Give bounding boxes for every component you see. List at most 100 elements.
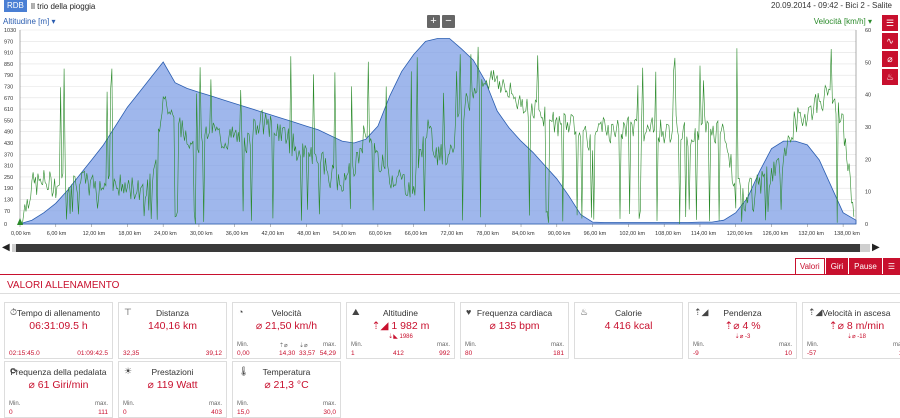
chart-side-toolbar: ☰ ∿ ⌀ ♨ [882,15,898,87]
stat-sub: ⇣◣ 1986 [388,334,413,340]
stat-title: Velocità [271,308,302,318]
stat-max-label: max. [436,342,450,348]
x-tick-label: 132,00 km [798,231,824,237]
stat-max: 10 [784,350,792,357]
stat-min-label: Min. [351,342,363,348]
stat-card: ⏱ Tempo di allenamento 06:31:09.5 h 02:15:4… [4,302,113,359]
y-right-tick-label: 20 [865,157,871,163]
stat-card: ◔ Velocità ⌀ 21,50 km/h Min. max. 0,00 54,29 ⇡⌀… [232,302,341,359]
y-left-tick-label: 70 [4,209,10,215]
y-left-tick-label: 670 [4,96,13,102]
x-tick-label: 114,00 km [691,231,717,237]
hr-icon[interactable]: ♨ [882,69,898,85]
x-tick-label: 18,00 km [118,231,141,237]
y-left-tick-label: 1030 [4,28,16,34]
tab-valori[interactable]: Valori [794,258,825,275]
stat-sub: ⇣⌀ -3 [734,334,751,340]
y-left-tick-label: 970 [4,39,13,45]
no-speed-icon[interactable]: ⌀ [882,51,898,67]
stat-value: ⇡⌀ 8 m/min [828,320,885,332]
x-tick-label: 138,00 km [834,231,860,237]
tab-pause[interactable]: Pause [849,258,882,275]
y-left-tick-label: 730 [4,85,13,91]
list-menu-icon[interactable]: ☰ [882,258,900,275]
stat-max-label: max. [322,401,336,407]
stat-max-label: max. [208,401,222,407]
list-icon[interactable]: ☰ [882,15,898,31]
y-left-tick-label: 190 [4,186,13,192]
y-left-tick-label: 250 [4,175,13,181]
elevation-speed-chart[interactable]: 0 70 130 190 250 310 370 430 490 550 610 670 730 790 8… [0,0,900,244]
stat-min-label: Min. [237,401,249,407]
stat-min-label: Min. [465,342,477,348]
y-left-tick-label: 550 [4,118,13,124]
y-left-tick-label: 490 [4,130,13,136]
stat-title: Velocità in ascesa [822,308,891,318]
section-title: VALORI ALLENAMENTO [7,280,120,291]
scroll-left-icon[interactable]: ◀ [2,242,10,253]
y-left-tick-label: 610 [4,107,13,113]
y-right-tick-label: 40 [865,93,871,99]
y-right-tick-label: 0 [865,222,868,228]
x-tick-label: 24,00 km [154,231,177,237]
stat-mid1-label: ⇡⌀ [279,343,288,349]
stat-value: ⌀ 21,3 °C [264,379,309,391]
stat-mid1: 412 [393,350,404,357]
stat-card: ⊤ Distanza 140,16 km 32,35 39,12 [118,302,227,359]
stat-min: 80 [465,350,473,357]
chart-line-icon[interactable]: ∿ [882,33,898,49]
chart-scrollbar[interactable]: ◀ ▶ [0,241,900,255]
x-tick-label: 30,00 km [190,231,213,237]
stat-card: ☀ Prestazioni ⌀ 119 Watt Min. max. 0 403 [118,361,227,418]
scroll-thumb[interactable] [16,244,860,252]
stat-min: 15,0 [237,409,250,416]
stat-max: 111 [98,409,108,416]
stat-min: 32,35 [123,350,140,357]
x-tick-label: 36,00 km [226,231,249,237]
y-right-tick-label: 50 [865,60,871,66]
y-left-tick-label: 910 [4,51,13,57]
stat-value: 4 416 kcal [604,320,653,332]
stat-min: -9 [693,350,699,357]
x-tick-label: 96,00 km [584,231,607,237]
stat-card: ♨ Calorie 4 416 kcal [574,302,683,359]
stat-value: ⌀ 119 Watt [147,379,198,391]
x-tick-label: 78,00 km [476,231,499,237]
stat-card: ⛰ Altitudine ⇡◢ 1 982 m ⇣◣ 1986 Min. max. 1 992… [346,302,455,359]
y-left-tick-label: 370 [4,152,13,158]
stat-max-label: max. [892,342,900,348]
stat-title: Temperatura [262,367,311,377]
stat-value: ⇡◢ 1 982 m [371,320,430,332]
stat-card: 🌡 Temperatura ⌀ 21,3 °C Min. max. 15,0 30,0 [232,361,341,418]
y-right-tick-label: 30 [865,125,871,131]
y-left-tick-label: 310 [4,164,13,170]
stat-max: 01:09:42.5 [77,350,108,357]
stat-min: 0 [123,409,127,416]
scroll-right-icon[interactable]: ▶ [872,242,880,253]
x-tick-label: 12,00 km [83,231,106,237]
x-tick-label: 6,00 km [47,231,67,237]
start-marker [17,218,23,225]
stat-max-label: max. [550,342,564,348]
stat-max: 30,0 [323,409,336,416]
x-tick-label: 84,00 km [512,231,535,237]
stat-card: ♥ Frequenza cardiaca ⌀ 135 bpm Min. max. 80 18… [460,302,569,359]
stat-mid2: 33,57 [299,350,316,357]
stat-min: 02:15:45.0 [9,350,40,357]
stat-card: ⇡◢ Pendenza ⇡⌀ 4 % ⇣⌀ -3 Min. max. -9 10 [688,302,797,359]
tab-giri[interactable]: Giri [825,258,849,275]
stat-value: ⇡⌀ 4 % [724,320,761,332]
y-left-tick-label: 850 [4,62,13,68]
stat-min: 0,00 [237,350,250,357]
section-divider [0,274,900,275]
x-tick-label: 108,00 km [655,231,681,237]
x-tick-label: 102,00 km [619,231,645,237]
stat-max: 992 [439,350,450,357]
stat-min-label: Min. [693,342,705,348]
stat-min: 0 [9,409,13,416]
stat-title: Frequenza cardiaca [476,308,553,318]
stat-max: 403 [211,409,222,416]
stat-title: Prestazioni [151,367,194,377]
stat-title: Altitudine [383,308,418,318]
stat-value: ⌀ 135 bpm [489,320,540,332]
